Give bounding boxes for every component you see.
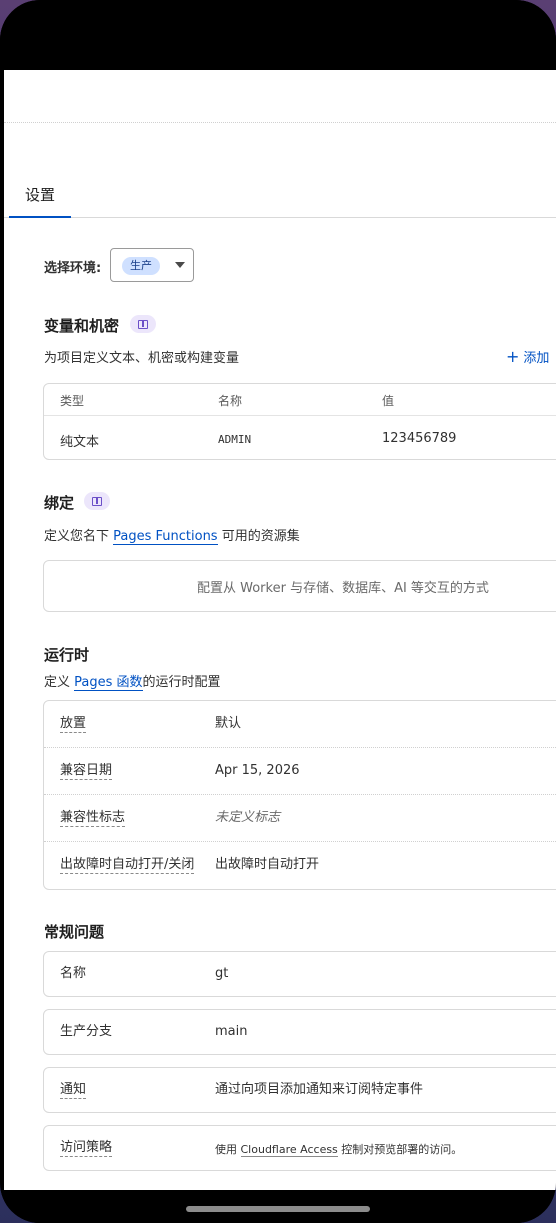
add-variable-button[interactable]: + 添加 bbox=[506, 347, 549, 366]
tab-settings[interactable]: 设置 bbox=[9, 172, 71, 218]
runtime-title: 运行时 bbox=[44, 646, 90, 664]
env-selected-pill: 生产 bbox=[122, 257, 160, 275]
runtime-row-fail-open[interactable]: 出故障时自动打开/关闭 出故障时自动打开 bbox=[44, 842, 556, 889]
runtime-row-compat-date[interactable]: 兼容日期 Apr 15, 2026 bbox=[44, 748, 556, 795]
runtime-row-compat-flags[interactable]: 兼容性标志 未定义标志 bbox=[44, 795, 556, 842]
column-header-type: 类型 bbox=[60, 394, 85, 408]
general-title: 常规问题 bbox=[44, 923, 105, 941]
plus-icon: + bbox=[506, 347, 520, 366]
env-select[interactable]: 生产 bbox=[110, 248, 194, 282]
pages-functions-link[interactable]: Pages Functions bbox=[113, 529, 218, 545]
general-row-name[interactable]: 名称 gt bbox=[43, 951, 556, 997]
table-header: 类型 名称 值 bbox=[44, 384, 556, 416]
bindings-title: 绑定 bbox=[44, 494, 75, 512]
pages-functions-link[interactable]: Pages 函数 bbox=[74, 675, 143, 691]
runtime-description: 定义 Pages 函数的运行时配置 bbox=[44, 675, 221, 691]
runtime-row-placement[interactable]: 放置 默认 bbox=[44, 701, 556, 748]
home-indicator[interactable] bbox=[186, 1206, 370, 1212]
status-bar-area bbox=[0, 0, 556, 70]
docs-icon[interactable] bbox=[84, 492, 110, 510]
env-label: 选择环境: bbox=[44, 261, 102, 276]
column-header-value: 值 bbox=[382, 394, 395, 408]
variables-description: 为项目定义文本、机密或构建变量 bbox=[44, 351, 240, 366]
settings-screen: 设置 选择环境: 生产 变量和机密 为项目定义文本、机密或构建变量 + 添加 类型… bbox=[4, 70, 556, 1190]
variables-table: 类型 名称 值 纯文本 ADMIN 123456789 bbox=[43, 383, 556, 460]
bindings-description: 定义您名下 Pages Functions 可用的资源集 bbox=[44, 529, 300, 545]
column-header-name: 名称 bbox=[218, 394, 243, 408]
device-frame: 设置 选择环境: 生产 变量和机密 为项目定义文本、机密或构建变量 + 添加 类型… bbox=[0, 0, 556, 1223]
chevron-down-icon bbox=[175, 262, 185, 268]
variable-value: 123456789 bbox=[382, 431, 457, 446]
general-row-notifications[interactable]: 通知 通过向项目添加通知来订阅特定事件 bbox=[43, 1067, 556, 1113]
general-row-branch[interactable]: 生产分支 main bbox=[43, 1009, 556, 1055]
docs-icon[interactable] bbox=[130, 315, 156, 333]
bindings-empty-text: 配置从 Worker 与存储、数据库、AI 等交互的方式 bbox=[197, 581, 489, 596]
tab-bar: 设置 bbox=[4, 172, 556, 218]
runtime-settings: 放置 默认 兼容日期 Apr 15, 2026 兼容性标志 未定义标志 出故障时… bbox=[43, 700, 556, 890]
variable-type: 纯文本 bbox=[60, 435, 100, 450]
general-row-access-policy[interactable]: 访问策略 使用 Cloudflare Access 控制对预览部署的访问。 bbox=[43, 1125, 556, 1171]
bindings-empty-state[interactable]: 配置从 Worker 与存储、数据库、AI 等交互的方式 bbox=[43, 560, 556, 612]
header-divider bbox=[4, 122, 556, 123]
variables-title: 变量和机密 bbox=[44, 317, 120, 335]
variable-name: ADMIN bbox=[218, 433, 252, 446]
cloudflare-access-link[interactable]: Cloudflare Access bbox=[240, 1143, 338, 1157]
